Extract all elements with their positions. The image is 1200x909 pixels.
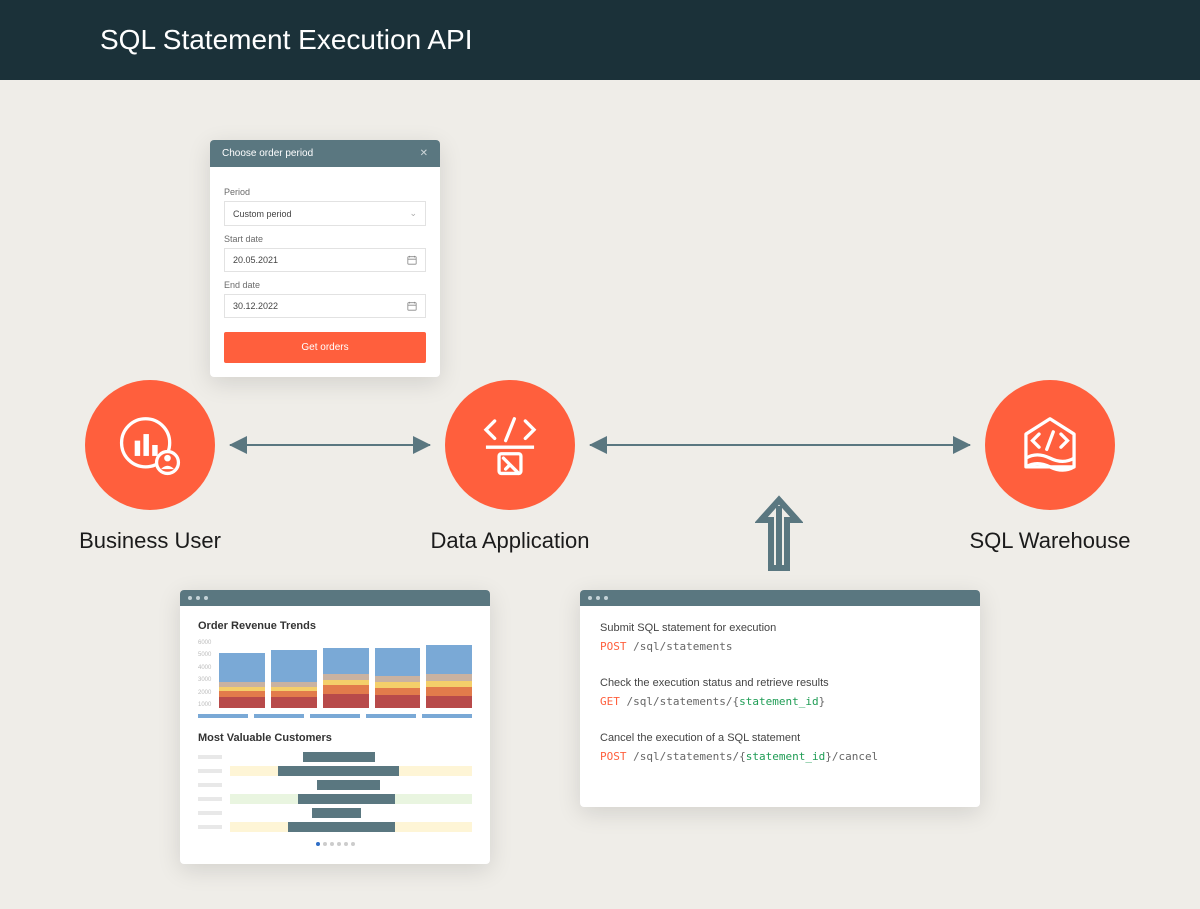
order-period-modal: Choose order period ✕ Period Custom peri… bbox=[210, 140, 440, 377]
page-dot[interactable] bbox=[316, 842, 320, 846]
page-dot[interactable] bbox=[344, 842, 348, 846]
warehouse-node bbox=[985, 380, 1115, 510]
calendar-icon bbox=[407, 301, 417, 311]
api-endpoint: POST /sql/statements/{statement_id}/canc… bbox=[600, 750, 960, 773]
api-desc: Cancel the execution of a SQL statement bbox=[600, 732, 960, 744]
mvc-row bbox=[198, 794, 472, 804]
api-endpoint-group: Submit SQL statement for execution POST /… bbox=[600, 622, 960, 663]
arrow-up-api bbox=[755, 492, 803, 577]
code-app-icon bbox=[475, 410, 545, 480]
api-desc: Submit SQL statement for execution bbox=[600, 622, 960, 634]
mvc-title: Most Valuable Customers bbox=[198, 732, 472, 744]
mvc-row bbox=[198, 752, 472, 762]
page-dot[interactable] bbox=[337, 842, 341, 846]
end-date-input[interactable]: 30.12.2022 bbox=[224, 294, 426, 318]
modal-header: Choose order period ✕ bbox=[210, 140, 440, 167]
api-desc: Check the execution status and retrieve … bbox=[600, 677, 960, 689]
chart-legend bbox=[198, 714, 472, 718]
window-dot bbox=[204, 596, 208, 600]
dashboard-window: Order Revenue Trends 6000500040003000200… bbox=[180, 590, 490, 864]
start-date-input[interactable]: 20.05.2021 bbox=[224, 248, 426, 272]
api-endpoint: POST /sql/statements bbox=[600, 640, 960, 663]
page-dot[interactable] bbox=[323, 842, 327, 846]
close-icon[interactable]: ✕ bbox=[420, 148, 428, 159]
window-dot bbox=[596, 596, 600, 600]
start-date-label: Start date bbox=[224, 234, 426, 244]
api-endpoint-group: Cancel the execution of a SQL statement P… bbox=[600, 732, 960, 773]
api-window: Submit SQL statement for execution POST /… bbox=[580, 590, 980, 807]
get-orders-button[interactable]: Get orders bbox=[224, 332, 426, 363]
business-user-node bbox=[85, 380, 215, 510]
window-bar bbox=[580, 590, 980, 606]
period-select[interactable]: Custom period ⌄ bbox=[224, 201, 426, 226]
modal-title: Choose order period bbox=[222, 148, 313, 159]
window-bar bbox=[180, 590, 490, 606]
api-endpoint-group: Check the execution status and retrieve … bbox=[600, 677, 960, 718]
mvc-row bbox=[198, 780, 472, 790]
data-app-label: Data Application bbox=[410, 528, 610, 554]
chart-bar bbox=[271, 645, 317, 708]
data-app-node bbox=[445, 380, 575, 510]
pager[interactable] bbox=[198, 842, 472, 846]
end-date-label: End date bbox=[224, 280, 426, 290]
business-user-label: Business User bbox=[50, 528, 250, 554]
chevron-down-icon: ⌄ bbox=[409, 208, 417, 219]
calendar-icon bbox=[407, 255, 417, 265]
chart-bar bbox=[375, 644, 421, 708]
api-endpoint: GET /sql/statements/{statement_id} bbox=[600, 695, 960, 718]
window-dot bbox=[588, 596, 592, 600]
revenue-chart: 600050004000300020001000 bbox=[198, 640, 472, 708]
page-dot[interactable] bbox=[351, 842, 355, 846]
window-dot bbox=[188, 596, 192, 600]
chart-bar bbox=[323, 644, 369, 708]
warehouse-icon bbox=[1015, 410, 1085, 480]
period-label: Period bbox=[224, 187, 426, 197]
mvc-row bbox=[198, 822, 472, 832]
diagram-canvas: Business User Data Application SQL Wareh… bbox=[0, 80, 1200, 900]
window-dot bbox=[604, 596, 608, 600]
chart-bar bbox=[219, 647, 265, 708]
arrow-user-app bbox=[230, 444, 430, 446]
mvc-row bbox=[198, 766, 472, 776]
analytics-user-icon bbox=[115, 410, 185, 480]
window-dot bbox=[196, 596, 200, 600]
page-title: SQL Statement Execution API bbox=[100, 24, 473, 55]
warehouse-label: SQL Warehouse bbox=[950, 528, 1150, 554]
chart-title: Order Revenue Trends bbox=[198, 620, 472, 632]
mvc-row bbox=[198, 808, 472, 818]
page-header: SQL Statement Execution API bbox=[0, 0, 1200, 80]
chart-bar bbox=[426, 643, 472, 708]
page-dot[interactable] bbox=[330, 842, 334, 846]
arrow-app-warehouse bbox=[590, 444, 970, 446]
